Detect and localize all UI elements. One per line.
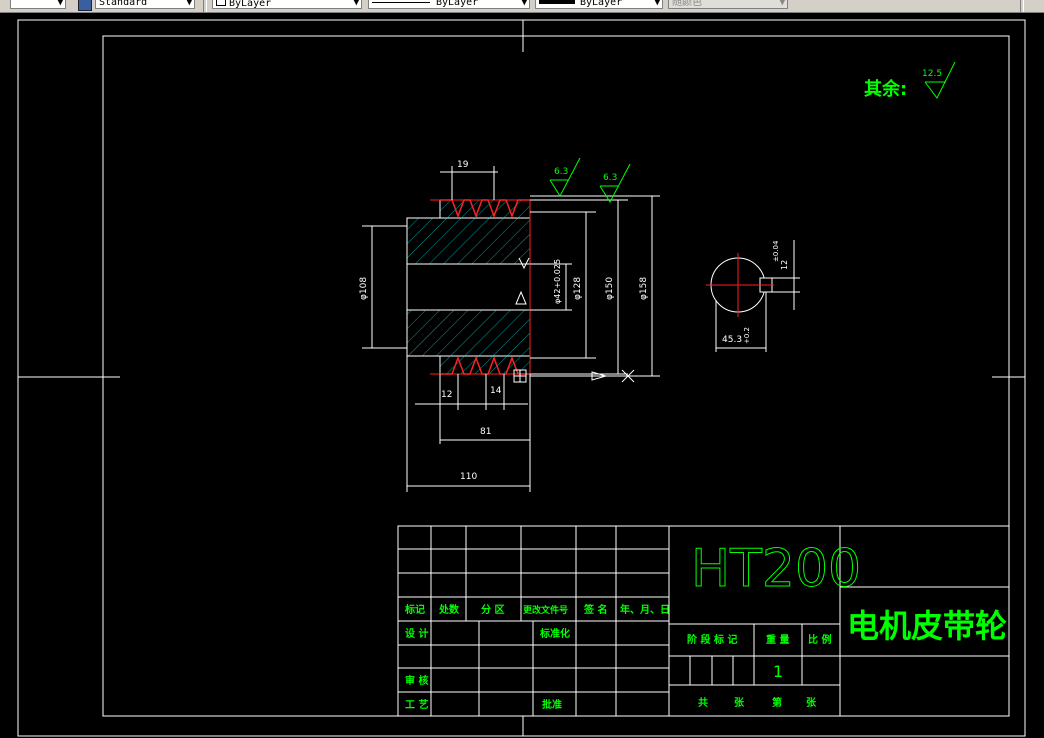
linetype-dropdown[interactable]: ByLayer ▼ — [368, 0, 530, 9]
chevron-down-icon: ▼ — [654, 0, 660, 8]
dim-110-label: 110 — [460, 472, 477, 482]
dim-keywidth-label: 12 — [780, 260, 789, 270]
approve-label: 批准 — [542, 698, 562, 711]
design-label: 设 计 — [405, 627, 428, 640]
chevron-down-icon: ▼ — [779, 0, 785, 8]
chevron-down-icon: ▼ — [521, 0, 527, 8]
color-swatch-icon — [216, 0, 226, 6]
sheets-label-1: 张 — [734, 696, 745, 709]
page-label: 第 — [772, 696, 782, 709]
sheets-label-2: 张 — [806, 696, 817, 709]
chevron-down-icon: ▼ — [353, 0, 359, 8]
roughness-value: 12.5 — [922, 69, 942, 79]
process-label: 工 艺 — [405, 698, 428, 711]
dim-phi128-label: φ128 — [573, 277, 583, 300]
material-label: HT200 — [691, 539, 861, 599]
dim-14-label: 14 — [490, 386, 502, 396]
toolbar-separator — [203, 0, 207, 12]
color-dropdown[interactable]: ByLayer ▼ — [212, 0, 362, 9]
properties-toolbar: ▼ Standard ▼ ByLayer ▼ ByLayer ▼ ByLayer ▼ 随… — [0, 0, 1044, 13]
general-roughness-note: 其余: 12.5 — [864, 61, 956, 100]
weight-header: 重 量 — [766, 633, 789, 646]
section-roughness-symbols — [549, 157, 631, 204]
review-label: 审 核 — [405, 674, 428, 687]
stage-mark-header: 阶 段 标 记 — [687, 633, 737, 646]
dim-19-label: 19 — [457, 160, 469, 170]
chevron-down-icon: ▼ — [57, 0, 63, 8]
mark-header: 标记 — [404, 603, 425, 616]
dim-phi158-label: φ158 — [639, 277, 649, 300]
dim-keywidth-tolerance: ±0.04 — [772, 240, 780, 262]
dim-81-label: 81 — [480, 427, 491, 437]
text-style-dropdown[interactable]: Standard ▼ — [95, 0, 195, 9]
layer-dropdown[interactable]: ▼ — [10, 0, 66, 9]
keyway-view — [706, 240, 800, 352]
date-header: 年、月、日 — [620, 603, 670, 616]
dim-phi42-label: φ42+0.025 — [553, 259, 562, 304]
dim-45-tolerance: +0.2 — [743, 327, 751, 344]
roughness-label: 其余: — [864, 78, 907, 100]
roughness-b-value: 6.3 — [603, 173, 617, 183]
text-style-icon[interactable] — [78, 0, 92, 11]
zone-header: 分 区 — [481, 603, 504, 616]
drawing-canvas[interactable]: 其余: 12.5 19 φ108 φ42+0.025 φ128 φ150 φ15… — [0, 13, 1044, 738]
dim-45-label: 45.3 — [722, 335, 742, 345]
total-label: 共 — [698, 696, 708, 709]
scale-value: 1 — [773, 662, 783, 681]
pulley-section-view — [406, 199, 540, 383]
lineweight-sample-icon — [539, 0, 575, 4]
sign-header: 签 名 — [583, 603, 607, 616]
change-doc-header: 更改文件号 — [523, 604, 568, 616]
dim-phi150-label: φ150 — [605, 277, 615, 300]
scale-header: 比 例 — [808, 633, 831, 646]
part-name-label: 电机皮带轮 — [847, 607, 1007, 645]
count-header: 处数 — [438, 603, 460, 616]
dim-phi108-label: φ108 — [359, 277, 369, 300]
toolbar-separator — [1020, 0, 1024, 12]
standardize-label: 标准化 — [539, 627, 570, 640]
plotstyle-dropdown: 随颜色 ▼ — [668, 0, 788, 9]
chevron-down-icon: ▼ — [186, 0, 192, 8]
roughness-symbol-icon — [924, 61, 956, 99]
lineweight-dropdown[interactable]: ByLayer ▼ — [535, 0, 663, 9]
dim-12-label: 12 — [441, 390, 452, 400]
linetype-sample-icon — [372, 1, 430, 3]
roughness-a-value: 6.3 — [554, 167, 568, 177]
